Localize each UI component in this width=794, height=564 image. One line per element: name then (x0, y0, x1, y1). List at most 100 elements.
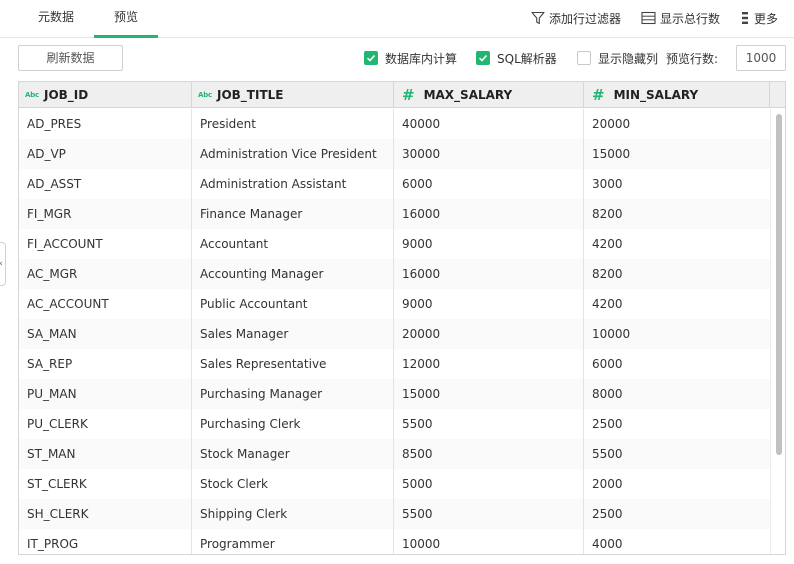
table-cell: SH_CLERK (19, 499, 192, 529)
table-row[interactable]: IT_PROG Programmer 10000 4000 (19, 529, 770, 554)
sql-parser-checkbox[interactable] (476, 51, 490, 65)
table-row[interactable]: AC_MGR Accounting Manager 16000 8200 (19, 259, 770, 289)
table-cell: 30000 (394, 139, 584, 169)
table-cell: ST_MAN (19, 439, 192, 469)
refresh-data-button[interactable]: 刷新数据 (18, 45, 123, 71)
table-row[interactable]: SH_CLERK Shipping Clerk 5500 2500 (19, 499, 770, 529)
table-row[interactable]: SA_REP Sales Representative 12000 6000 (19, 349, 770, 379)
table-cell: 16000 (394, 199, 584, 229)
table-cell: Accounting Manager (192, 259, 394, 289)
preview-table: Abc JOB_ID Abc JOB_TITLE # MAX_SALARY # … (18, 81, 786, 555)
show-total-rows-button[interactable]: 显示总行数 (641, 10, 720, 27)
table-cell: Administration Assistant (192, 169, 394, 199)
table-cell: Purchasing Manager (192, 379, 394, 409)
table-cell: Stock Manager (192, 439, 394, 469)
table-cell: PU_CLERK (19, 409, 192, 439)
column-header-label: MIN_SALARY (613, 88, 699, 102)
table-cell: 5500 (394, 409, 584, 439)
table-cell: 9000 (394, 289, 584, 319)
show-hidden-columns-option[interactable]: 显示隐藏列 (577, 50, 658, 66)
table-cell: 4200 (592, 237, 623, 251)
table-row[interactable]: PU_CLERK Purchasing Clerk 5500 2500 (19, 409, 770, 439)
scrollbar-thumb[interactable] (776, 114, 782, 455)
table-row[interactable]: PU_MAN Purchasing Manager 15000 8000 (19, 379, 770, 409)
text-type-icon: Abc (25, 91, 39, 99)
table-row[interactable]: AC_ACCOUNT Public Accountant 9000 4200 (19, 289, 770, 319)
table-cell: Sales Representative (192, 349, 394, 379)
column-header-job-title[interactable]: Abc JOB_TITLE (192, 82, 394, 108)
preview-rows-input[interactable] (736, 45, 786, 71)
table-cell: 2500 (592, 507, 623, 521)
column-header-label: JOB_ID (43, 88, 89, 102)
table-row[interactable]: ST_CLERK Stock Clerk 5000 2000 (19, 469, 770, 499)
vertical-scrollbar[interactable] (770, 109, 785, 554)
checkmark-icon (366, 54, 376, 62)
table-cell: 8200 (592, 267, 623, 281)
table-cell: 5500 (592, 447, 623, 461)
top-actions: 添加行过滤器 显示总行数 更多 (511, 0, 778, 36)
table-cell: Shipping Clerk (192, 499, 394, 529)
table-cell: Stock Clerk (192, 469, 394, 499)
table-row[interactable]: SA_MAN Sales Manager 20000 10000 (19, 319, 770, 349)
table-cell: Programmer (192, 529, 394, 554)
table-cell: 40000 (394, 109, 584, 139)
db-compute-label: 数据库内计算 (385, 51, 458, 66)
add-row-filter-label: 添加行过滤器 (548, 11, 621, 26)
table-cell: AD_PRES (19, 109, 192, 139)
table-row[interactable]: FI_ACCOUNT Accountant 9000 4200 (19, 229, 770, 259)
table-cell: PU_MAN (19, 379, 192, 409)
table-cell: ST_CLERK (19, 469, 192, 499)
db-compute-option[interactable]: 数据库内计算 (364, 50, 457, 66)
table-cell: 12000 (394, 349, 584, 379)
table-row[interactable]: AD_PRES President 40000 20000 (19, 109, 770, 139)
number-type-icon: # (402, 86, 415, 104)
table-cell: 15000 (592, 147, 631, 161)
column-header-min-salary[interactable]: # MIN_SALARY (584, 82, 770, 108)
table-cell: AD_VP (19, 139, 192, 169)
tab-preview[interactable]: 预览 (94, 0, 158, 38)
chevron-left-icon: ‹ (0, 259, 3, 269)
more-button[interactable]: 更多 (740, 10, 778, 27)
table-cell: AC_MGR (19, 259, 192, 289)
table-cell: 2000 (592, 477, 623, 491)
table-cell: Purchasing Clerk (192, 409, 394, 439)
show-total-rows-label: 显示总行数 (659, 11, 720, 26)
table-cell: 6000 (592, 357, 623, 371)
table-cell: FI_ACCOUNT (19, 229, 192, 259)
table-cell: 4000 (592, 537, 623, 551)
table-cell: 3000 (592, 177, 623, 191)
table-cell: 2500 (592, 417, 623, 431)
more-vertical-icon (741, 12, 748, 24)
table-cell: 20000 (394, 319, 584, 349)
number-type-icon: # (592, 86, 605, 104)
table-cell: Finance Manager (192, 199, 394, 229)
checkmark-icon (478, 54, 488, 62)
more-label: 更多 (753, 11, 778, 26)
sql-parser-label: SQL解析器 (497, 51, 557, 66)
table-cell: 8500 (394, 439, 584, 469)
table-row[interactable]: AD_ASST Administration Assistant 6000 3000 (19, 169, 770, 199)
column-header-label: MAX_SALARY (423, 88, 513, 102)
table-cell: 5500 (394, 499, 584, 529)
table-row[interactable]: ST_MAN Stock Manager 8500 5500 (19, 439, 770, 469)
table-cell: 8000 (592, 387, 623, 401)
table-cell: 8200 (592, 207, 623, 221)
header-corner (770, 82, 785, 108)
show-hidden-columns-label: 显示隐藏列 (598, 51, 659, 66)
column-header-job-id[interactable]: Abc JOB_ID (19, 82, 192, 108)
table-row[interactable]: FI_MGR Finance Manager 16000 8200 (19, 199, 770, 229)
table-cell: 16000 (394, 259, 584, 289)
tab-metadata[interactable]: 元数据 (18, 0, 94, 38)
table-cell: 9000 (394, 229, 584, 259)
table-cell: Accountant (192, 229, 394, 259)
table-cell: 10000 (394, 529, 584, 554)
collapse-panel-handle[interactable]: ‹ (0, 242, 6, 286)
show-hidden-columns-checkbox[interactable] (577, 51, 591, 65)
table-cell: President (192, 109, 394, 139)
table-header: Abc JOB_ID Abc JOB_TITLE # MAX_SALARY # … (19, 82, 785, 108)
sql-parser-option[interactable]: SQL解析器 (476, 50, 557, 66)
column-header-max-salary[interactable]: # MAX_SALARY (394, 82, 584, 108)
table-row[interactable]: AD_VP Administration Vice President 30000 1… (19, 139, 770, 169)
add-row-filter-button[interactable]: 添加行过滤器 (531, 10, 621, 27)
db-compute-checkbox[interactable] (364, 51, 378, 65)
